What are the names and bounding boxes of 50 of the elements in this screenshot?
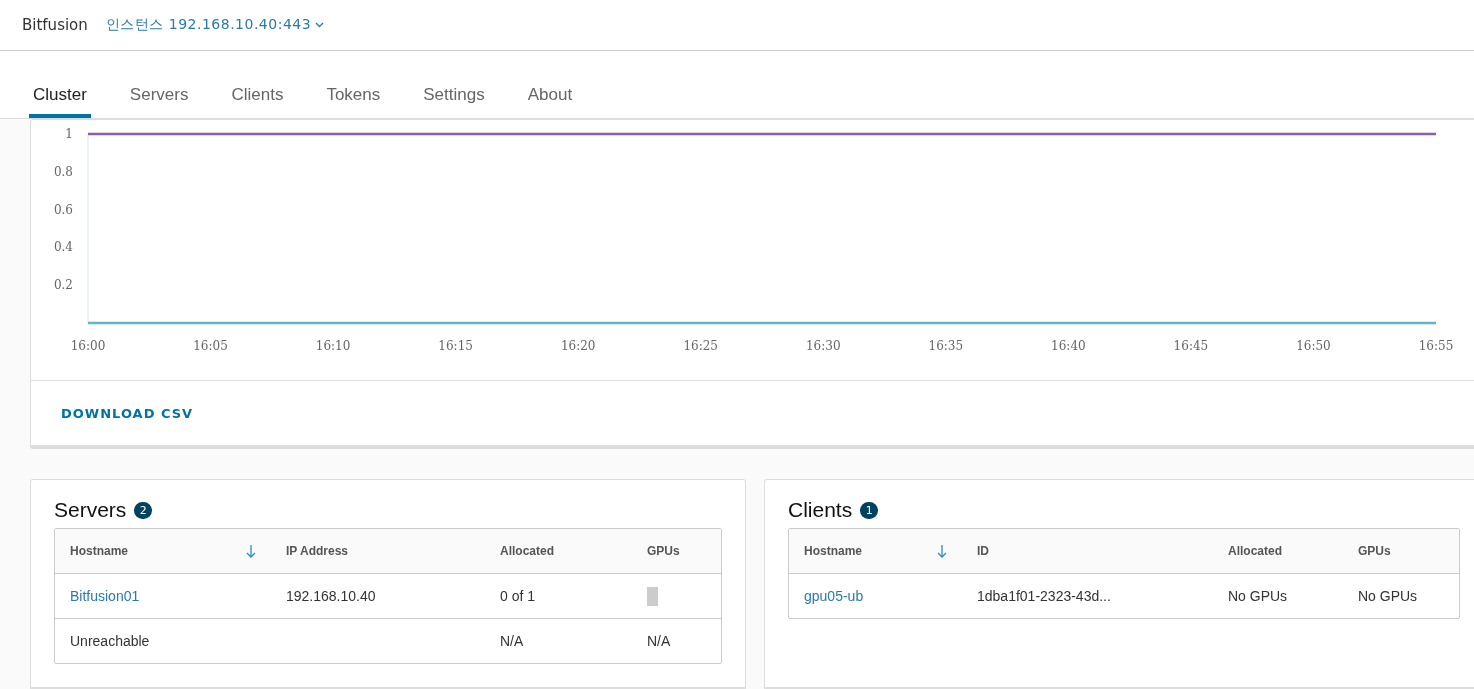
sort-arrow-icon bbox=[937, 544, 947, 558]
table-cell-text: No GPUs bbox=[1227, 587, 1289, 606]
x-tick-label: 16:00 bbox=[70, 339, 106, 353]
x-tick-label: 16:40 bbox=[1051, 339, 1086, 353]
y-tick-label: 0.8 bbox=[53, 164, 73, 179]
hostname-link[interactable]: gpu05-ub bbox=[804, 588, 864, 604]
y-tick-label: 0.6 bbox=[53, 202, 73, 217]
table-cell-text: N/A bbox=[646, 632, 672, 651]
table-cell-text: No GPUs bbox=[1357, 587, 1419, 606]
tab[interactable]: Clients bbox=[227, 73, 288, 118]
tab[interactable]: Servers bbox=[125, 73, 193, 118]
x-tick-label: 16:30 bbox=[806, 339, 841, 353]
download-csv-button[interactable]: DOWNLOAD CSV bbox=[61, 405, 194, 421]
card-title: Servers bbox=[54, 498, 127, 522]
table-cell-text: N/A bbox=[499, 632, 525, 651]
column-header[interactable]: ID bbox=[962, 529, 1213, 574]
column-header[interactable]: Allocated bbox=[485, 529, 632, 574]
y-tick-label: 0.4 bbox=[53, 240, 73, 255]
column-header[interactable]: IP Address bbox=[271, 529, 485, 574]
table-cell-text: Unreachable bbox=[69, 632, 151, 651]
table-cell: 192.168.10.40 bbox=[271, 574, 485, 619]
count-badge: 1 bbox=[860, 501, 879, 519]
card-title: Clients bbox=[788, 498, 853, 522]
x-tick-label: 16:45 bbox=[1173, 339, 1209, 353]
x-tick-label: 16:10 bbox=[315, 339, 351, 353]
instance-dropdown[interactable]: 인스턴스 192.168.10.40:443 bbox=[105, 16, 325, 34]
x-tick-label: 16:15 bbox=[438, 339, 473, 353]
x-tick-label: 16:50 bbox=[1296, 339, 1331, 353]
table-cell: 0 of 1 bbox=[485, 574, 632, 619]
column-header[interactable]: Hostname bbox=[55, 529, 271, 574]
x-tick-label: 16:05 bbox=[193, 339, 228, 353]
chevron-down-icon bbox=[315, 22, 325, 28]
sort-arrow-icon bbox=[246, 544, 256, 558]
x-tick-label: 16:55 bbox=[1418, 339, 1454, 353]
column-header[interactable]: Allocated bbox=[1213, 529, 1343, 574]
x-tick-label: 16:35 bbox=[928, 339, 964, 353]
y-tick-label: 1 bbox=[65, 127, 73, 141]
column-header[interactable]: GPUs bbox=[632, 529, 721, 574]
hostname-link[interactable]: Bitfusion01 bbox=[70, 588, 140, 604]
count-badge: 2 bbox=[134, 501, 153, 519]
table-cell-text: 1dba1f01-2323-43d... bbox=[976, 587, 1112, 606]
column-header[interactable]: Hostname bbox=[789, 529, 962, 574]
column-header[interactable]: GPUs bbox=[1343, 529, 1459, 574]
tab[interactable]: About bbox=[523, 73, 577, 118]
app-name: Bitfusion bbox=[22, 16, 88, 34]
tab[interactable]: Settings bbox=[419, 73, 489, 118]
tab[interactable]: Tokens bbox=[322, 73, 385, 118]
x-tick-label: 16:20 bbox=[560, 339, 596, 353]
x-tick-label: 16:25 bbox=[683, 339, 718, 353]
y-tick-label: 0.2 bbox=[53, 278, 73, 293]
